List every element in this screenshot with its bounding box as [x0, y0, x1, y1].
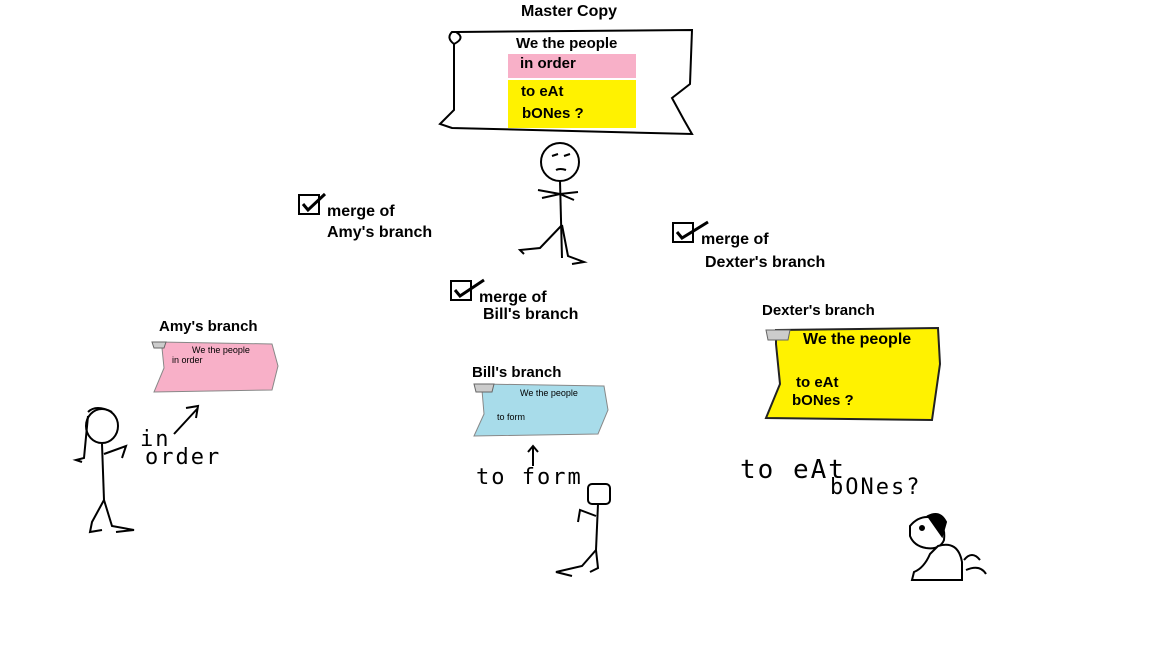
amy-merge-line-1: merge of	[327, 203, 395, 220]
dexter-merge-line-1: merge of	[701, 231, 769, 248]
amy-merge-line-2: Amy's branch	[327, 224, 433, 241]
amy-handwriting-2: order	[145, 445, 222, 470]
amy-scroll-line-2: in order	[172, 355, 203, 365]
bill-scroll-line-2: to form	[497, 412, 526, 422]
dexter-branch-title: Dexter's branch	[762, 302, 875, 319]
bill-stick-figure-icon	[555, 483, 611, 577]
amy-arrow-icon	[173, 404, 200, 435]
dog-icon	[909, 513, 987, 581]
amy-scroll-line-1: We the people	[192, 345, 250, 355]
master-line-4: bONes ?	[522, 105, 584, 122]
amy-stick-figure-icon	[72, 407, 135, 534]
dexter-scroll-line-2: to eAt	[796, 374, 839, 391]
maintainer-stick-figure-icon	[517, 142, 588, 265]
dexter-scroll-line-3: bONes ?	[792, 392, 854, 409]
master-line-2: in order	[520, 55, 576, 72]
bill-arrow-icon	[527, 444, 539, 466]
amy-merge-checkmark-icon	[298, 192, 327, 215]
bill-scroll-line-1: We the people	[520, 388, 578, 398]
git-branch-diagram: Master Copy We the people in order to eA…	[0, 0, 1152, 648]
master-line-3: to eAt	[521, 83, 564, 100]
dexter-merge-line-2: Dexter's branch	[705, 254, 826, 271]
dexter-scroll-line-1: We the people	[803, 331, 912, 348]
master-line-1: We the people	[516, 35, 618, 52]
bill-merge-line-2: Bill's branch	[483, 306, 579, 323]
amy-branch-title: Amy's branch	[159, 318, 258, 335]
dexter-handwriting-2: bONes?	[830, 475, 922, 500]
master-title: Master Copy	[521, 3, 618, 20]
